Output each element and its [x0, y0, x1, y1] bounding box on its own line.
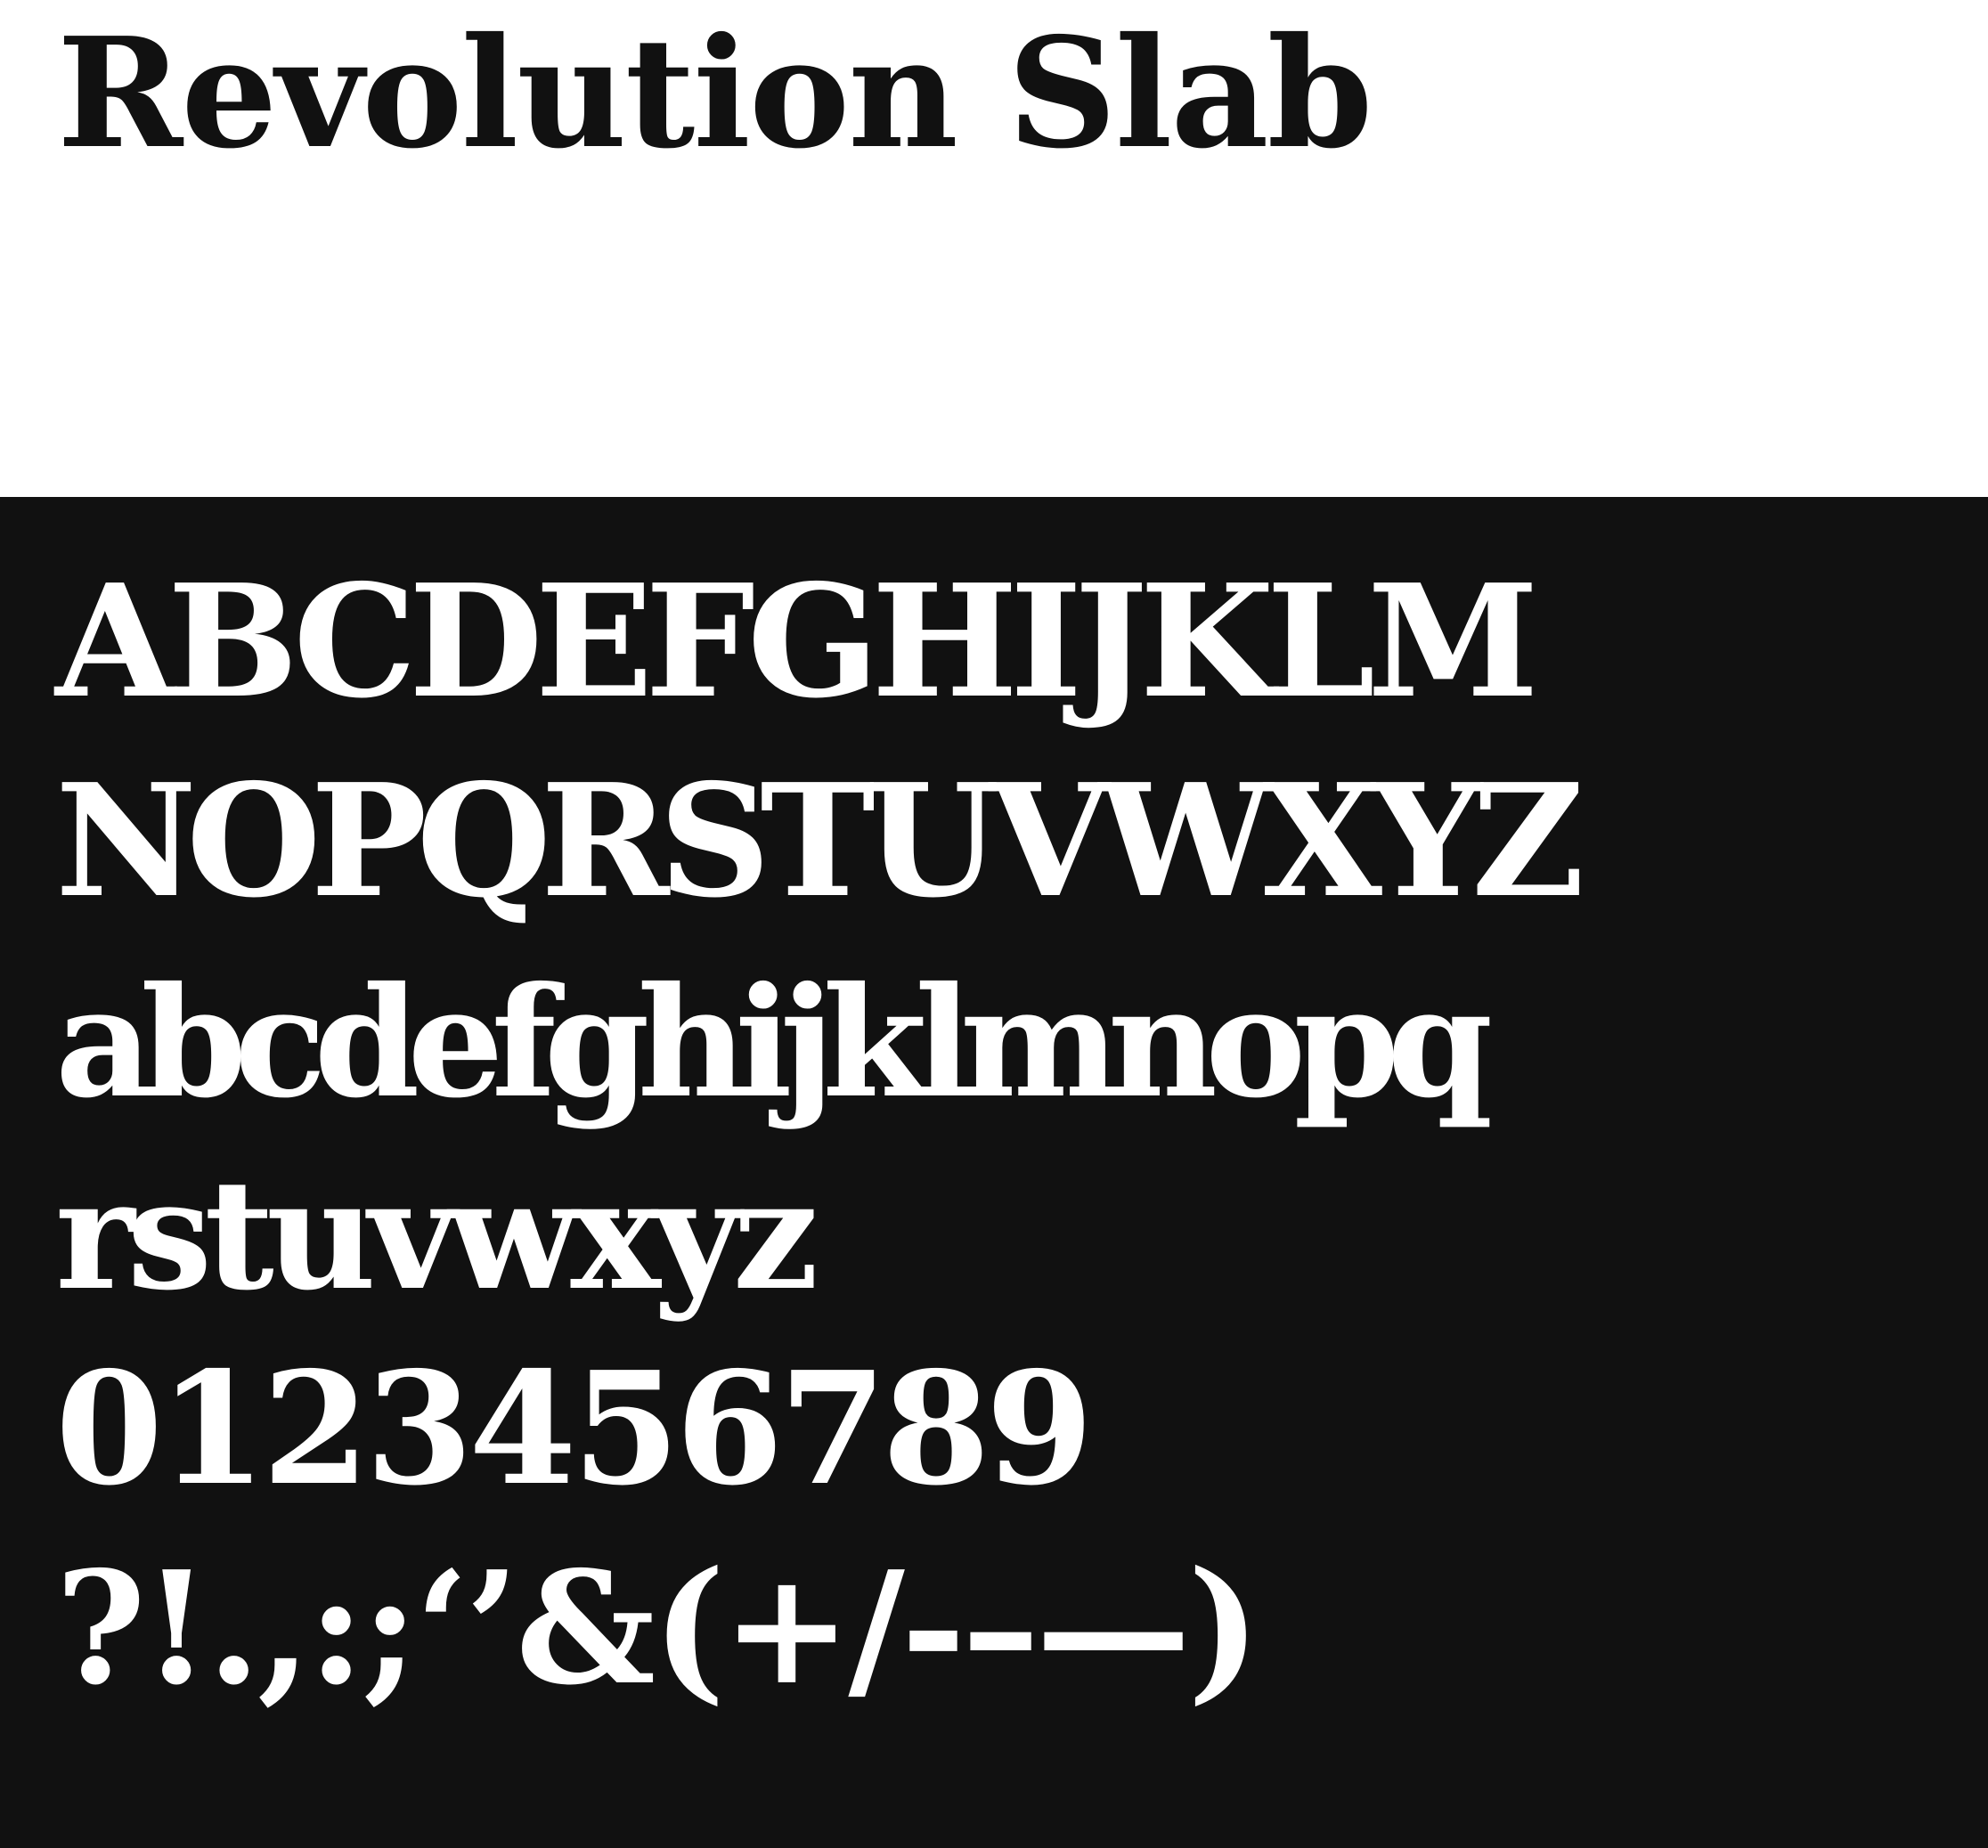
digits-row: 0123456789	[55, 1339, 1094, 1520]
uppercase-row-2: NOPQRSTUVWXYZ	[55, 751, 1585, 932]
lowercase-row-1: abcdefghijklmnopq	[55, 954, 1493, 1132]
font-name-title: Revolution Slab	[57, 4, 1373, 183]
lowercase-row-2: rstuvwxyz	[55, 1146, 819, 1324]
uppercase-row-1: ABCDEFGHIJKLM	[55, 551, 1539, 733]
glyph-specimen-panel: ABCDEFGHIJKLM NOPQRSTUVWXYZ abcdefghijkl…	[0, 497, 1988, 1848]
punctuation-row: ?!.,:;‘’&(+/-–—)	[55, 1538, 1260, 1720]
